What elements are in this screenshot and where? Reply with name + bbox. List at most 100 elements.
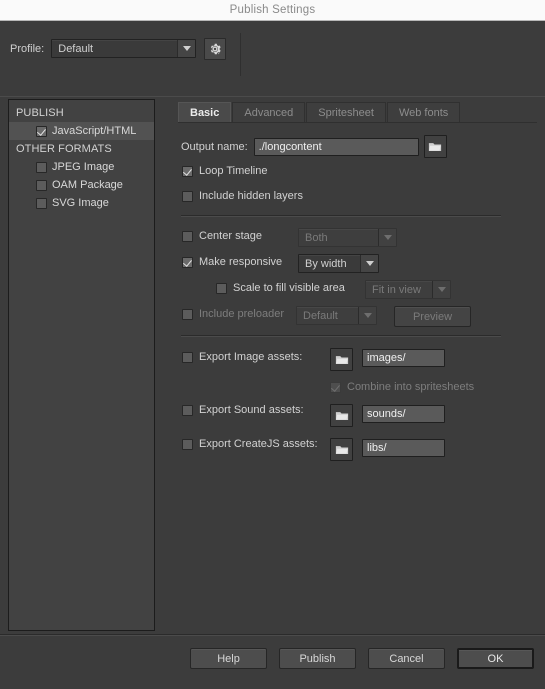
profile-select-value: Default [58,42,94,55]
loop-timeline-row[interactable]: Loop Timeline [182,165,268,177]
scale-to-fill-select[interactable]: Fit in view [365,280,451,299]
checkbox-export-sound-assets[interactable] [182,404,193,416]
checkbox-combine-spritesheets[interactable] [330,381,341,393]
scale-to-fill-select-value: Fit in view [372,283,421,296]
checkbox-make-responsive[interactable] [182,256,193,268]
tab-basic[interactable]: Basic [178,102,232,123]
sidebar-item-oam-package[interactable]: OAM Package [9,176,154,194]
output-name-browse-button[interactable] [423,135,447,158]
preview-label: Preview [412,310,453,323]
ok-button[interactable]: OK [457,648,534,669]
tab-advanced[interactable]: Advanced [232,102,306,123]
export-createjs-path-input[interactable]: libs/ [362,439,445,457]
tab-label: Basic [190,107,220,119]
include-preloader-row[interactable]: Include preloader [182,308,284,320]
export-createjs-path-value: libs/ [367,442,387,454]
checkbox-loop-timeline[interactable] [182,165,193,177]
folder-icon [335,411,348,420]
make-responsive-select-value: By width [305,257,347,270]
tab-spritesheet[interactable]: Spritesheet [306,102,386,123]
sidebar-item-label: SVG Image [52,197,109,209]
folder-icon [429,142,442,151]
footer-divider [0,634,545,636]
checkbox-include-hidden-layers[interactable] [182,190,193,202]
folder-icon [335,445,348,454]
checkbox-center-stage[interactable] [182,230,193,242]
footer-button-group: Help Publish Cancel OK [190,648,534,669]
publish-button[interactable]: Publish [279,648,356,669]
profile-options-button[interactable] [204,37,227,60]
output-name-input[interactable]: ./longcontent [253,137,419,156]
include-hidden-layers-row[interactable]: Include hidden layers [182,190,303,202]
tab-web-fonts[interactable]: Web fonts [386,102,461,123]
center-stage-row[interactable]: Center stage [182,230,262,242]
center-stage-select[interactable]: Both [298,228,397,247]
include-hidden-layers-label: Include hidden layers [199,190,303,202]
export-sound-assets-label: Export Sound assets: [199,404,304,416]
tab-bar-underline [178,122,537,123]
settings-panel: Basic Advanced Spritesheet Web fonts Out… [170,97,545,634]
tab-label: Spritesheet [318,107,374,119]
chevron-down-icon[interactable] [360,255,378,272]
export-image-assets-row[interactable]: Export Image assets: [182,351,302,363]
scale-to-fill-row[interactable]: Scale to fill visible area [216,282,345,294]
profile-select[interactable]: Default [51,39,197,58]
help-label: Help [217,652,240,665]
export-sound-path-value: sounds/ [367,408,406,420]
chevron-down-icon[interactable] [432,281,450,298]
sidebar-item-label: OAM Package [52,179,123,191]
sidebar-item-svg-image[interactable]: SVG Image [9,194,154,212]
include-preloader-select[interactable]: Default [296,306,377,325]
export-image-assets-label: Export Image assets: [199,351,303,363]
window-title: Publish Settings [229,4,316,16]
export-sound-path-input[interactable]: sounds/ [362,405,445,423]
export-image-path-value: images/ [367,352,406,364]
help-button[interactable]: Help [190,648,267,669]
checkbox-export-image-assets[interactable] [182,351,193,363]
checkbox-export-createjs-assets[interactable] [182,438,193,450]
chevron-down-icon[interactable] [378,229,396,246]
checkbox-svg-image[interactable] [36,197,47,209]
sidebar-item-jpeg-image[interactable]: JPEG Image [9,158,154,176]
make-responsive-row[interactable]: Make responsive [182,256,282,268]
sidebar-item-label: JPEG Image [52,161,115,173]
chevron-down-icon[interactable] [177,40,196,57]
output-name-label: Output name: [181,140,248,153]
export-createjs-browse-button[interactable] [330,438,353,461]
checkbox-javascript-html[interactable] [36,125,47,137]
export-image-path-input[interactable]: images/ [362,349,445,367]
make-responsive-select[interactable]: By width [298,254,379,273]
export-image-browse-button[interactable] [330,348,353,371]
export-createjs-assets-row[interactable]: Export CreateJS assets: [182,438,318,450]
divider-1 [181,215,501,217]
make-responsive-label: Make responsive [199,256,283,268]
cancel-button[interactable]: Cancel [368,648,445,669]
include-preloader-select-value: Default [303,309,338,322]
tab-bar: Basic Advanced Spritesheet Web fonts [178,101,461,123]
ok-label: OK [487,652,504,665]
loop-timeline-label: Loop Timeline [199,165,268,177]
sidebar-item-label: JavaScript/HTML [52,125,137,137]
cancel-label: Cancel [389,652,424,665]
center-stage-select-value: Both [305,231,328,244]
sidebar-group-publish: PUBLISH [16,107,64,119]
checkbox-jpeg-image[interactable] [36,161,47,173]
publish-label: Publish [299,652,336,665]
window-titlebar: Publish Settings [0,0,545,21]
checkbox-oam-package[interactable] [36,179,47,191]
combine-spritesheets-label: Combine into spritesheets [347,381,475,393]
profile-vertical-divider [240,33,241,76]
folder-icon [335,355,348,364]
export-sound-browse-button[interactable] [330,404,353,427]
tab-label: Advanced [244,107,294,119]
checkbox-scale-to-fill[interactable] [216,282,227,294]
chevron-down-icon[interactable] [358,307,376,324]
dialog-footer: Help Publish Cancel OK [0,634,545,689]
export-sound-assets-row[interactable]: Export Sound assets: [182,404,304,416]
output-name-value: ./longcontent [258,140,322,153]
combine-spritesheets-row[interactable]: Combine into spritesheets [330,381,474,393]
sidebar-item-javascript-html[interactable]: JavaScript/HTML [9,122,154,140]
preloader-preview-button[interactable]: Preview [394,306,471,327]
formats-sidebar: PUBLISH JavaScript/HTML OTHER FORMATS JP… [8,99,155,631]
checkbox-include-preloader[interactable] [182,308,193,320]
